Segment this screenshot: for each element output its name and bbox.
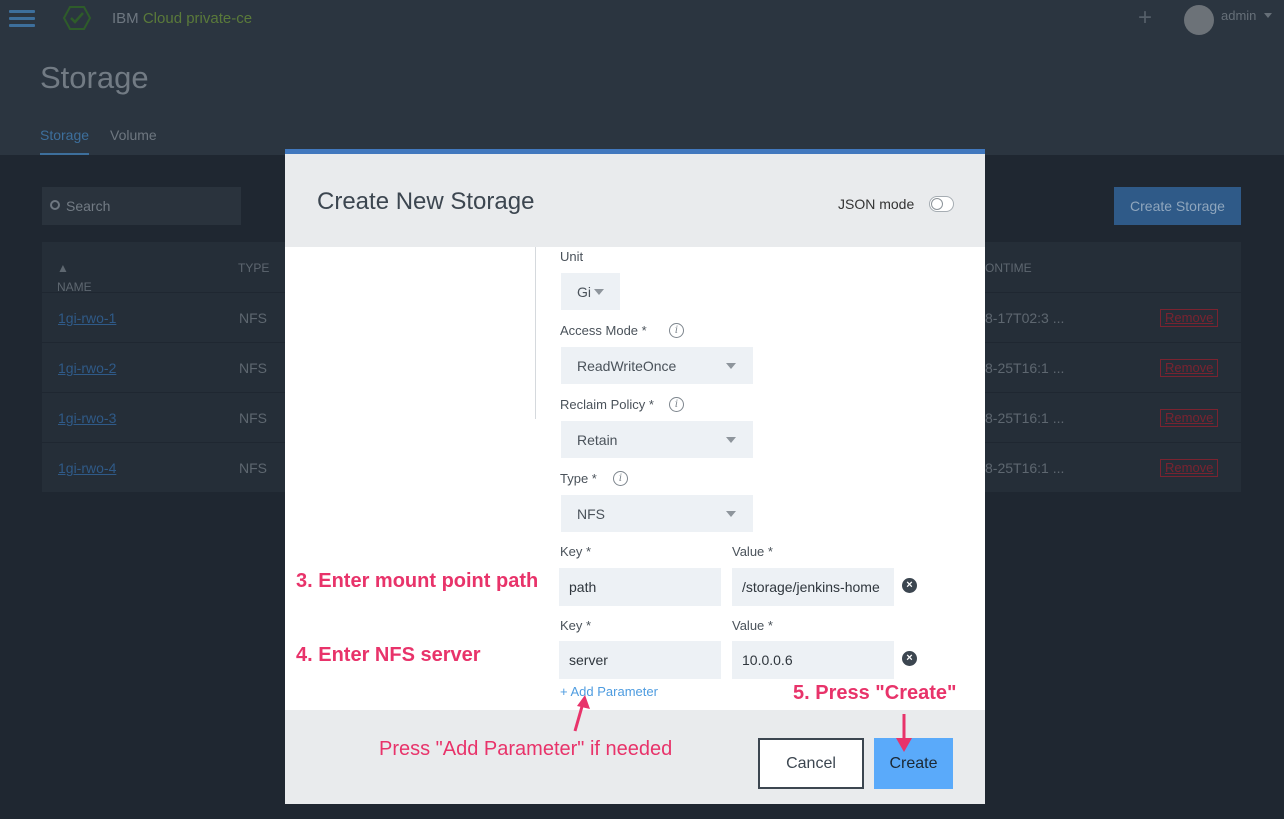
param-key-input[interactable]: path <box>559 568 721 606</box>
top-bar: IBM Cloud private-ce + admin <box>0 0 1284 38</box>
column-time[interactable]: ONTIME <box>985 261 1032 275</box>
access-mode-select[interactable]: ReadWriteOnce <box>561 347 753 384</box>
chevron-down-icon[interactable] <box>1264 13 1272 18</box>
chevron-down-icon <box>594 289 604 295</box>
tab-storage[interactable]: Storage <box>40 127 90 155</box>
remove-param-icon[interactable]: × <box>902 578 917 593</box>
storage-type: NFS <box>239 310 267 326</box>
annotation-step-5: 5. Press "Create" <box>793 682 957 704</box>
add-icon[interactable]: + <box>1138 4 1152 32</box>
type-select[interactable]: NFS <box>561 495 753 532</box>
tab-volume[interactable]: Volume <box>110 127 157 143</box>
storage-time: 8-25T16:1 ... <box>985 460 1065 476</box>
brand-name: IBM Cloud private-ce <box>112 10 253 27</box>
chevron-down-icon <box>726 437 736 443</box>
create-storage-button[interactable]: Create Storage <box>1114 187 1241 225</box>
avatar[interactable] <box>1184 5 1214 35</box>
arrow-down-icon <box>896 714 912 752</box>
json-mode-toggle[interactable] <box>929 196 954 212</box>
page-title: Storage <box>40 60 149 95</box>
info-icon[interactable]: i <box>669 323 684 338</box>
storage-type: NFS <box>239 360 267 376</box>
storage-time: 8-25T16:1 ... <box>985 410 1065 426</box>
annotation-step-3: 3. Enter mount point path <box>296 570 539 592</box>
create-storage-modal: Create New Storage JSON mode Unit Gi Acc… <box>285 149 985 804</box>
info-icon[interactable]: i <box>613 471 628 486</box>
param-value-input[interactable]: 10.0.0.6 <box>732 641 894 679</box>
arrow-up-icon <box>573 695 590 732</box>
remove-button[interactable]: Remove <box>1160 309 1219 327</box>
json-mode-label: JSON mode <box>838 196 915 212</box>
column-name[interactable]: NAME ▲ <box>57 261 92 294</box>
hamburger-menu-icon[interactable] <box>9 10 35 28</box>
info-icon[interactable]: i <box>669 397 684 412</box>
access-mode-label: Access Mode * <box>560 323 647 338</box>
remove-button[interactable]: Remove <box>1160 409 1219 427</box>
search-icon <box>50 200 60 210</box>
param-value-label: Value * <box>732 618 773 633</box>
storage-type: NFS <box>239 460 267 476</box>
storage-name-link[interactable]: 1gi-rwo-2 <box>58 360 116 376</box>
annotation-hint: Press "Add Parameter" if needed <box>379 738 673 760</box>
storage-time: 8-25T16:1 ... <box>985 360 1065 376</box>
reclaim-policy-select[interactable]: Retain <box>561 421 753 458</box>
chevron-down-icon <box>726 511 736 517</box>
unit-label: Unit <box>560 249 584 264</box>
toggle-knob <box>931 198 943 210</box>
param-value-label: Value * <box>732 544 773 559</box>
reclaim-policy-label: Reclaim Policy * <box>560 397 654 412</box>
param-value-input[interactable]: /storage/jenkins-home <box>732 568 894 606</box>
param-key-input[interactable]: server <box>559 641 721 679</box>
user-name[interactable]: admin <box>1221 8 1256 23</box>
modal-header: Create New Storage JSON mode <box>285 154 985 247</box>
search-placeholder: Search <box>66 198 111 214</box>
chevron-down-icon <box>726 363 736 369</box>
section-divider <box>535 247 536 419</box>
type-label: Type * <box>560 471 597 486</box>
storage-name-link[interactable]: 1gi-rwo-1 <box>58 310 116 326</box>
param-key-label: Key * <box>560 618 592 633</box>
param-key-label: Key * <box>560 544 592 559</box>
column-type[interactable]: TYPE <box>238 261 269 275</box>
remove-button[interactable]: Remove <box>1160 359 1219 377</box>
storage-time: 8-17T02:3 ... <box>985 310 1065 326</box>
storage-type: NFS <box>239 410 267 426</box>
storage-name-link[interactable]: 1gi-rwo-3 <box>58 410 116 426</box>
remove-button[interactable]: Remove <box>1160 459 1219 477</box>
storage-name-link[interactable]: 1gi-rwo-4 <box>58 460 116 476</box>
remove-param-icon[interactable]: × <box>902 651 917 666</box>
cancel-button[interactable]: Cancel <box>758 738 864 789</box>
unit-select[interactable]: Gi <box>561 273 620 310</box>
annotation-step-4: 4. Enter NFS server <box>296 644 481 666</box>
modal-title: Create New Storage <box>317 188 535 215</box>
ibm-cloud-logo-icon <box>62 6 92 30</box>
